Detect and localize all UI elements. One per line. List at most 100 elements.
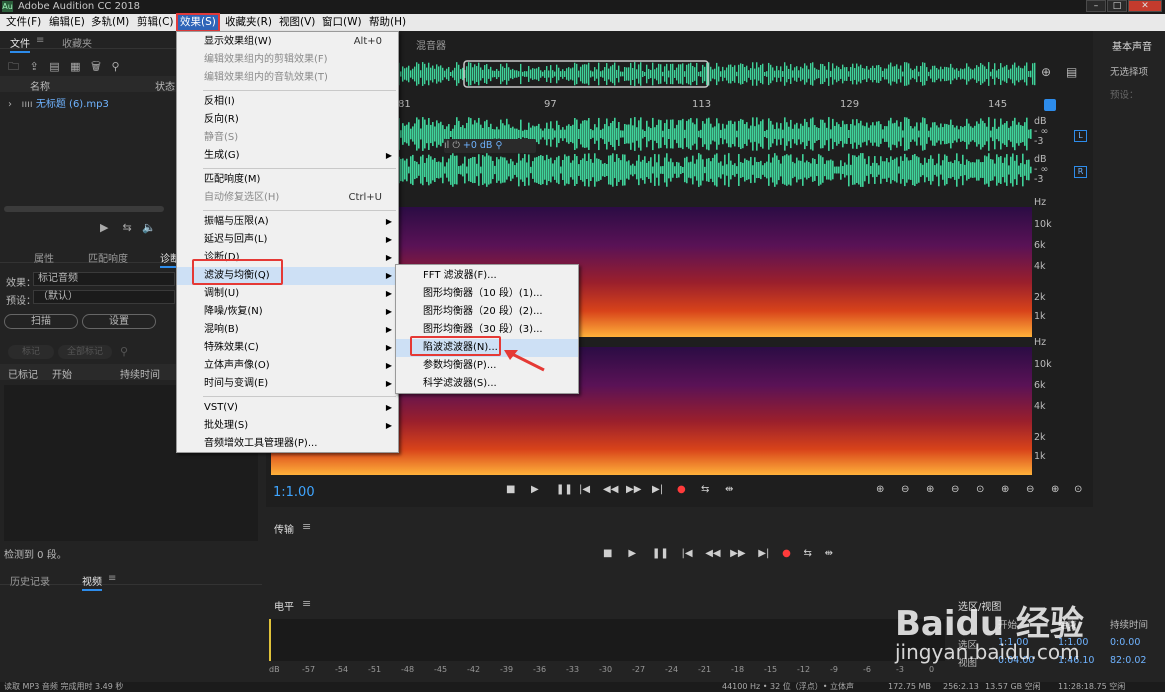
menu-item-graphic-eq-30[interactable]: 图形均衡器（30 段）(3)... [396,321,578,339]
close-button[interactable]: ✕ [1128,0,1162,12]
chevron-right-icon[interactable]: › [8,99,12,110]
menu-item-vst[interactable]: VST(V) ▶ [177,399,398,417]
time-ruler[interactable]: 81 97 113 129 145 [396,99,1036,113]
view-duration[interactable]: 82:0.02 [1110,655,1146,666]
menu-item-parametric-eq[interactable]: 参数均衡器(P)... [396,357,578,375]
mark-all-button[interactable]: 全部标记 [58,345,112,359]
menu-file[interactable]: 文件(F) [4,15,43,30]
menu-item-reverb[interactable]: 混响(B) ▶ [177,321,398,339]
zoom-navigator-icon[interactable]: ⊕ [1041,65,1051,79]
zoom-in-time-icon[interactable]: ⊕ [926,484,934,495]
column-name[interactable]: 名称 [30,78,50,93]
menu-window[interactable]: 窗口(W) [320,15,364,30]
headphone-icon[interactable] [1044,99,1056,111]
rewind-icon[interactable]: ◀◀ [603,484,618,495]
menu-item-special[interactable]: 特殊效果(C) ▶ [177,339,398,357]
tab-files[interactable]: 文件 [10,35,30,53]
zoom-out-icon[interactable]: ⊕ [1051,484,1059,495]
pause-icon[interactable]: ❚❚ [652,548,669,559]
skip-icon[interactable]: ⇹ [725,484,733,495]
menu-item-invert[interactable]: 反相(I) [177,93,398,111]
column-duration[interactable]: 持续时间 [120,366,160,381]
panel-menu-icon[interactable]: ≡ [108,573,116,584]
skip-icon[interactable]: ⇹ [825,548,833,559]
menu-edit[interactable]: 编辑(E) [47,15,87,30]
menu-item-fft-filter[interactable]: FFT 滤波器(F)... [396,267,578,285]
fast-forward-icon[interactable]: ▶▶ [626,484,641,495]
pause-icon[interactable]: ❚❚ [556,484,573,495]
menu-clip[interactable]: 剪辑(C) [135,15,176,30]
menu-item-graphic-eq-20[interactable]: 图形均衡器（20 段）(2)... [396,303,578,321]
current-time[interactable]: 1:1.00 [273,485,315,500]
zoom-selection-icon[interactable]: ⊕ [1001,484,1009,495]
menu-item-filter-eq[interactable]: 滤波与均衡(Q) ▶ [177,267,398,285]
column-status[interactable]: 状态 [155,78,175,93]
menu-item-notch-filter[interactable]: 陷波滤波器(N)... [396,339,578,357]
preset-select[interactable]: （默认） [33,290,175,304]
stop-icon[interactable]: ■ [506,484,515,495]
skip-start-icon[interactable]: |◀ [579,484,590,495]
menu-view[interactable]: 视图(V) [277,15,317,30]
fast-forward-icon[interactable]: ▶▶ [730,548,745,559]
skip-start-icon[interactable]: |◀ [681,548,692,559]
mark-button[interactable]: 标记 [8,345,54,359]
horizontal-scrollbar[interactable] [4,206,164,212]
open-folder-icon[interactable]: 🗀 [8,60,19,73]
selection-duration[interactable]: 0:0.00 [1110,637,1140,648]
menu-item-match-loudness[interactable]: 匹配响度(M) [177,171,398,189]
play-icon[interactable]: ▶ [628,548,636,559]
channel-right-toggle[interactable]: R [1074,166,1087,178]
menu-effects[interactable]: 效果(S) [176,13,220,32]
pin-icon[interactable]: ⚲ [495,140,502,151]
column-start[interactable]: 开始 [52,366,72,381]
stereo-waveform[interactable] [396,117,1032,189]
save-icon[interactable]: ▦ [70,60,80,73]
skip-end-icon[interactable]: ▶| [758,548,769,559]
new-file-icon[interactable]: ▤ [49,60,59,73]
menu-help[interactable]: 帮助(H) [367,15,408,30]
import-icon[interactable]: ⇪ [30,60,39,73]
panel-menu-icon[interactable]: ≡ [36,35,44,46]
menu-item-batch[interactable]: 批处理(S) ▶ [177,417,398,435]
menu-item-delay[interactable]: 延迟与回声(L) ▶ [177,231,398,249]
tab-mixer[interactable]: 混音器 [416,37,446,52]
menu-multitrack[interactable]: 多轨(M) [89,15,131,30]
loop-icon[interactable]: ⇆ [122,221,131,234]
volume-icon[interactable]: 🔈 [142,221,156,234]
zoom-in-amplitude-icon[interactable]: ⊕ [876,484,884,495]
file-list-item[interactable]: › ıııı 无标题 (6).mp3 [8,95,109,110]
menu-item-stereo[interactable]: 立体声声像(O) ▶ [177,357,398,375]
display-mode-icon[interactable]: ▤ [1066,65,1077,79]
menu-item-show-effects-rack[interactable]: 显示效果组(W) Alt+0 [177,33,398,51]
menu-item-noise-reduction[interactable]: 降噪/恢复(N) ▶ [177,303,398,321]
minimize-button[interactable]: – [1086,0,1106,12]
zoom-icon[interactable]: ⚲ [120,345,128,358]
record-icon[interactable]: ● [677,484,686,495]
loop-icon[interactable]: ⇆ [804,548,812,559]
record-icon[interactable]: ● [782,548,791,559]
overview-waveform[interactable] [396,59,1036,89]
zoom-reset-icon[interactable]: ⊙ [1074,484,1082,495]
menu-item-plugin-manager[interactable]: 音频增效工具管理器(P)... [177,435,398,453]
tab-video[interactable]: 视频 [82,573,102,591]
loop-icon[interactable]: ⇆ [701,484,709,495]
maximize-button[interactable]: □ [1107,0,1127,12]
effect-select[interactable]: 标记音频 [33,272,175,286]
menu-item-generate[interactable]: 生成(G) ▶ [177,147,398,165]
power-knob-icon[interactable]: ⏻ [452,140,460,151]
panel-menu-icon[interactable]: ≡ [302,520,311,533]
delete-icon[interactable]: 🗑 [91,60,101,73]
tab-history[interactable]: 历史记录 [10,573,50,588]
settings-button[interactable]: 设置 [82,314,156,329]
rewind-icon[interactable]: ◀◀ [705,548,720,559]
menu-item-scientific-filter[interactable]: 科学滤波器(S)... [396,375,578,393]
tab-match-loudness[interactable]: 匹配响度 [88,250,128,265]
tab-properties[interactable]: 属性 [34,250,54,265]
panel-menu-icon[interactable]: ≡ [302,597,311,610]
menu-item-modulation[interactable]: 调制(U) ▶ [177,285,398,303]
menu-item-graphic-eq-10[interactable]: 图形均衡器（10 段）(1)... [396,285,578,303]
play-icon[interactable]: ▶ [531,484,539,495]
stop-icon[interactable]: ■ [603,548,612,559]
menu-item-diagnostics[interactable]: 诊断(D) ▶ [177,249,398,267]
search-icon[interactable]: ⚲ [111,60,119,73]
